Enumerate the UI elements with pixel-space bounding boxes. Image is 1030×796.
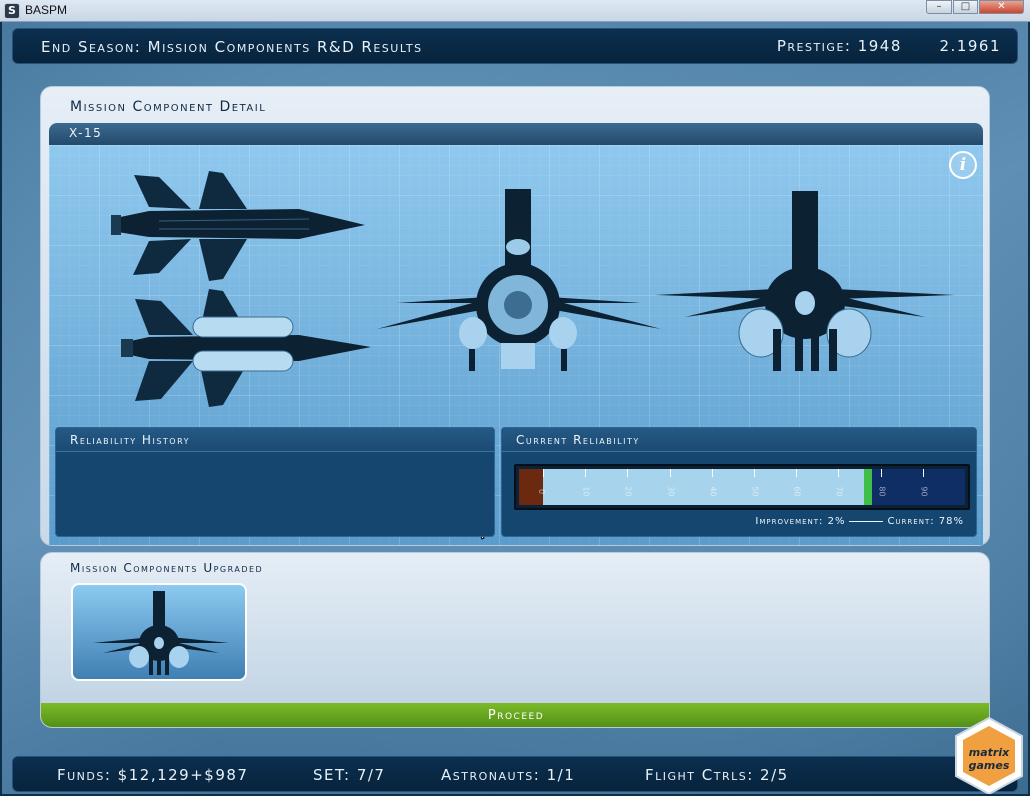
x15-side-view-top bbox=[111, 171, 365, 281]
astronauts-readout: Astronauts: 1/1 bbox=[441, 766, 576, 784]
scale-label: 30 bbox=[666, 486, 676, 497]
component-header: X-15 bbox=[49, 123, 983, 145]
scale-tick bbox=[880, 469, 882, 477]
scale-label: 40 bbox=[708, 486, 718, 497]
component-detail-panel: Mission Component Detail X-15 i Reliabil… bbox=[40, 86, 990, 546]
panel-title: Mission Component Detail bbox=[70, 99, 267, 115]
improvement-label: Improvement: 2% bbox=[755, 516, 846, 527]
app-icon: S bbox=[4, 3, 20, 19]
set-readout: SET: 7/7 bbox=[313, 766, 386, 784]
upgraded-component-thumbnail[interactable] bbox=[71, 583, 247, 681]
prestige-readout: Prestige: 1948 2.1961 bbox=[776, 37, 1001, 55]
x15-rear-view bbox=[655, 191, 955, 371]
maximize-button[interactable]: □ bbox=[953, 0, 978, 14]
scale-label: 20 bbox=[623, 486, 633, 497]
scale-label: 80 bbox=[877, 486, 887, 497]
scale-tick bbox=[627, 469, 629, 477]
window-title: BASPM bbox=[25, 3, 68, 17]
funds-readout: Funds: $12,129+$987 bbox=[57, 766, 249, 784]
info-icon[interactable]: i bbox=[949, 151, 977, 179]
scale-tick bbox=[543, 469, 544, 477]
reliability-history-title: Reliability History bbox=[70, 433, 191, 447]
close-button[interactable]: ✕ bbox=[979, 0, 1024, 14]
flight-controllers-readout: Flight Ctrls: 2/5 bbox=[645, 766, 789, 784]
reliability-bar: 0 10 20 30 40 50 60 70 80 90 100 bbox=[514, 464, 970, 510]
current-reliability-box: Current Reliability 0 10 20 30 40 50 60 70 80 90 1… bbox=[501, 427, 977, 537]
scale-tick bbox=[754, 469, 755, 477]
reliability-improvement-segment bbox=[863, 469, 873, 505]
scale-tick bbox=[585, 469, 587, 477]
x15-front-view bbox=[377, 189, 661, 371]
scale-label: 0 bbox=[537, 488, 547, 495]
scale-tick bbox=[711, 469, 713, 477]
logo-line1: matrix bbox=[969, 746, 1010, 759]
scale-label: 70 bbox=[834, 486, 844, 497]
component-name: X-15 bbox=[69, 126, 103, 140]
screen-title: End Season: Mission Components R&D Resul… bbox=[41, 38, 423, 56]
window-titlebar: S BASPM – □ ✕ bbox=[0, 0, 1030, 22]
status-bar: Funds: $12,129+$987 SET: 7/7 Astronauts:… bbox=[12, 756, 1018, 792]
logo-line2: games bbox=[969, 759, 1010, 772]
scale-label: 90 bbox=[919, 486, 929, 497]
matrix-games-logo[interactable]: matrix games bbox=[952, 716, 1026, 794]
proceed-button[interactable]: Proceed bbox=[41, 703, 989, 727]
scale-tick bbox=[838, 469, 840, 477]
bracket-divider bbox=[849, 514, 884, 522]
minimize-button[interactable]: – bbox=[926, 0, 952, 14]
scale-tick bbox=[922, 469, 924, 477]
reliability-history-box: Reliability History bbox=[55, 427, 495, 537]
scale-label: 60 bbox=[792, 486, 802, 497]
current-reliability-title: Current Reliability bbox=[516, 433, 640, 447]
scale-tick bbox=[796, 469, 798, 477]
reliability-bar-track: 0 10 20 30 40 50 60 70 80 90 100 bbox=[519, 469, 965, 505]
header-bar: End Season: Mission Components R&D Resul… bbox=[12, 28, 1018, 64]
blueprint-view: i Reliability History Current Reliabilit… bbox=[49, 145, 983, 545]
reliability-footer: Improvement: 2% Current: 78% bbox=[755, 516, 964, 527]
scale-label: 100 bbox=[964, 484, 965, 499]
current-label: Current: 78% bbox=[887, 516, 964, 527]
reliability-fill-segment bbox=[543, 469, 864, 505]
scale-label: 10 bbox=[581, 486, 591, 497]
x15-thumbnail-icon bbox=[93, 591, 229, 675]
game-screen: End Season: Mission Components R&D Resul… bbox=[2, 22, 1028, 794]
scale-tick bbox=[669, 469, 671, 477]
upgraded-panel: Mission Components Upgraded Proceed bbox=[40, 552, 990, 728]
x15-side-view-bottom bbox=[121, 289, 371, 407]
scale-label: 50 bbox=[750, 486, 760, 497]
upgraded-title: Mission Components Upgraded bbox=[70, 561, 264, 575]
reliability-base-segment bbox=[519, 469, 543, 505]
